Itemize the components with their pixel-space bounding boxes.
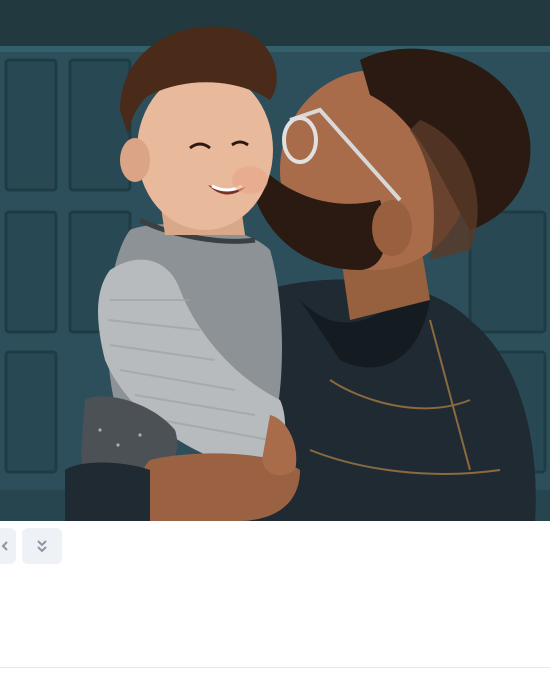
expand-down-button[interactable]: [22, 528, 62, 564]
father-and-child-image: [0, 0, 550, 521]
bottom-divider: [0, 667, 550, 668]
page: [0, 0, 550, 674]
chevron-left-icon: [1, 541, 8, 551]
previous-button[interactable]: [0, 528, 16, 564]
photo: [0, 0, 550, 521]
double-chevron-down-icon: [37, 540, 47, 553]
empty-content-area: [0, 571, 550, 667]
image-toolbar: [0, 521, 550, 571]
